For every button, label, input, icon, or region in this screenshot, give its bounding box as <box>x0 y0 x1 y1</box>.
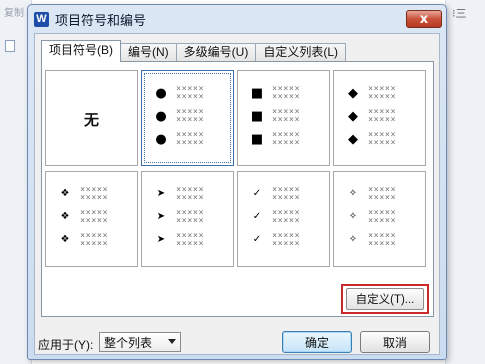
title-bar[interactable]: W 项目符号和编号 x <box>28 5 446 33</box>
close-icon: x <box>419 11 429 27</box>
tab-strip: 项目符号(B) 编号(N) 多级编号(U) 自定义列表(L) <box>41 40 347 62</box>
bullet-preview-line: ✧ ××××× ××××× <box>346 207 396 227</box>
bullet-preview-line: ◆ ××××× ××××× <box>346 106 396 126</box>
bullet-preview-line: ✓ ××××× ××××× <box>250 230 300 250</box>
four-point-star-bullet-icon: ✧ <box>348 188 358 199</box>
bullet-preview-line: ❖ ××××× ××××× <box>58 230 108 250</box>
placeholder-text: ××××× ××××× <box>176 208 205 226</box>
bullet-preview-line: ● ××××× ××××× <box>154 129 204 149</box>
four-diamond-bullet-icon: ❖ <box>60 211 70 222</box>
bullet-option[interactable]: ● ××××× ××××× ● ××××× ××××× ● ××××× ××××× <box>141 70 234 166</box>
tab-bullets[interactable]: 项目符号(B) <box>41 40 121 62</box>
bullet-option[interactable]: ◆ ××××× ××××× ◆ ××××× ××××× ◆ ××××× ××××× <box>333 70 426 166</box>
apply-to-select[interactable]: 整个列表 <box>99 332 181 352</box>
close-button[interactable]: x <box>406 10 442 28</box>
ok-button[interactable]: 确定 <box>282 331 352 353</box>
checkmark-bullet-icon: ✓ <box>252 234 262 245</box>
bullet-preview-line: ◆ ××××× ××××× <box>346 83 396 103</box>
bullet-preview-line: ➤ ××××× ××××× <box>154 207 204 227</box>
placeholder-text: ××××× ××××× <box>80 231 109 249</box>
placeholder-text: ××××× ××××× <box>368 208 397 226</box>
four-diamond-bullet-icon: ❖ <box>60 188 70 199</box>
placeholder-text: ××××× ××××× <box>176 231 205 249</box>
placeholder-text: ××××× ××××× <box>272 231 301 249</box>
right-toolbar: ⁝三 <box>445 0 485 364</box>
filled-square-bullet-icon: ■ <box>250 85 264 101</box>
list-format-icon[interactable]: ⁝三 <box>452 5 467 21</box>
filled-diamond-bullet-icon: ◆ <box>348 131 358 147</box>
bullets-and-numbering-dialog: W 项目符号和编号 x 项目符号(B) 编号(N) 多级编号(U) 自定义列表(… <box>27 4 447 360</box>
dialog-body: 项目符号(B) 编号(N) 多级编号(U) 自定义列表(L) 无 ● ××××× ×… <box>34 33 440 355</box>
bullet-preview-line: ■ ××××× ××××× <box>250 129 300 149</box>
apply-to-label: 应用于(Y): <box>38 338 94 352</box>
bullet-preview-line: ✓ ××××× ××××× <box>250 184 300 204</box>
four-point-star-bullet-icon: ✧ <box>348 234 358 245</box>
filled-diamond-bullet-icon: ◆ <box>348 85 358 101</box>
placeholder-text: ××××× ××××× <box>176 130 205 148</box>
placeholder-text: ××××× ××××× <box>272 208 301 226</box>
bullet-option[interactable]: ✧ ××××× ××××× ✧ ××××× ××××× ✧ ××××× ××××× <box>333 171 426 267</box>
bullet-option[interactable]: 无 <box>45 70 138 166</box>
bullets-panel: 无 ● ××××× ××××× ● ××××× ××××× ● ××××× ××××× ■ ××… <box>41 61 434 317</box>
bullet-preview-line: ❖ ××××× ××××× <box>58 207 108 227</box>
bullet-preview-line: ■ ××××× ××××× <box>250 83 300 103</box>
placeholder-text: ××××× ××××× <box>176 107 205 125</box>
placeholder-text: ××××× ××××× <box>272 185 301 203</box>
filled-circle-bullet-icon: ● <box>155 108 167 124</box>
bullet-option[interactable]: ■ ××××× ××××× ■ ××××× ××××× ■ ××××× ××××× <box>237 70 330 166</box>
placeholder-text: ××××× ××××× <box>176 84 205 102</box>
bullet-option[interactable]: ➤ ××××× ××××× ➤ ××××× ××××× ➤ ××××× ××××× <box>141 171 234 267</box>
bullet-option[interactable]: ✓ ××××× ××××× ✓ ××××× ××××× ✓ ××××× ××××× <box>237 171 330 267</box>
filled-square-bullet-icon: ■ <box>250 131 264 147</box>
toolbar-label: 复制 <box>4 8 24 19</box>
placeholder-text: ××××× ××××× <box>368 84 397 102</box>
bullet-preview-line: ✧ ××××× ××××× <box>346 184 396 204</box>
bullet-preview-line: ➤ ××××× ××××× <box>154 184 204 204</box>
placeholder-text: ××××× ××××× <box>368 231 397 249</box>
cancel-button[interactable]: 取消 <box>360 331 430 353</box>
bullet-preview-line: ➤ ××××× ××××× <box>154 230 204 250</box>
checkmark-bullet-icon: ✓ <box>252 188 262 199</box>
filled-circle-bullet-icon: ● <box>155 131 167 147</box>
placeholder-text: ××××× ××××× <box>272 130 301 148</box>
tab-custom-list[interactable]: 自定义列表(L) <box>255 43 347 62</box>
placeholder-text: ××××× ××××× <box>80 208 109 226</box>
bullet-preview-line: ● ××××× ××××× <box>154 106 204 126</box>
placeholder-text: ××××× ××××× <box>272 84 301 102</box>
app-logo-icon: W <box>34 11 49 27</box>
customize-button[interactable]: 自定义(T)... <box>346 288 424 310</box>
chevron-down-icon <box>168 339 176 344</box>
bullet-preview-line: ◆ ××××× ××××× <box>346 129 396 149</box>
filled-diamond-bullet-icon: ◆ <box>348 108 358 124</box>
bullet-preview-line: ■ ××××× ××××× <box>250 106 300 126</box>
bullet-option[interactable]: ❖ ××××× ××××× ❖ ××××× ××××× ❖ ××××× ××××× <box>45 171 138 267</box>
checkmark-bullet-icon: ✓ <box>252 211 262 222</box>
dialog-title: 项目符号和编号 <box>55 13 147 29</box>
placeholder-text: ××××× ××××× <box>368 130 397 148</box>
no-bullet-label: 无 <box>83 111 99 129</box>
four-diamond-bullet-icon: ❖ <box>60 234 70 245</box>
tab-numbering[interactable]: 编号(N) <box>120 43 177 62</box>
placeholder-text: ××××× ××××× <box>368 107 397 125</box>
bullet-preview-line: ❖ ××××× ××××× <box>58 184 108 204</box>
placeholder-text: ××××× ××××× <box>176 185 205 203</box>
document-icon[interactable] <box>5 40 15 52</box>
arrowhead-bullet-icon: ➤ <box>156 234 166 245</box>
placeholder-text: ××××× ××××× <box>80 185 109 203</box>
arrowhead-bullet-icon: ➤ <box>156 211 166 222</box>
bullet-preview-line: ✧ ××××× ××××× <box>346 230 396 250</box>
placeholder-text: ××××× ××××× <box>272 107 301 125</box>
four-point-star-bullet-icon: ✧ <box>348 211 358 222</box>
filled-square-bullet-icon: ■ <box>250 108 264 124</box>
filled-circle-bullet-icon: ● <box>155 85 167 101</box>
tab-multilevel[interactable]: 多级编号(U) <box>175 43 257 62</box>
placeholder-text: ××××× ××××× <box>368 185 397 203</box>
apply-to-value: 整个列表 <box>104 335 153 350</box>
bullet-preview-line: ● ××××× ××××× <box>154 83 204 103</box>
arrowhead-bullet-icon: ➤ <box>156 188 166 199</box>
bullet-preview-line: ✓ ××××× ××××× <box>250 207 300 227</box>
